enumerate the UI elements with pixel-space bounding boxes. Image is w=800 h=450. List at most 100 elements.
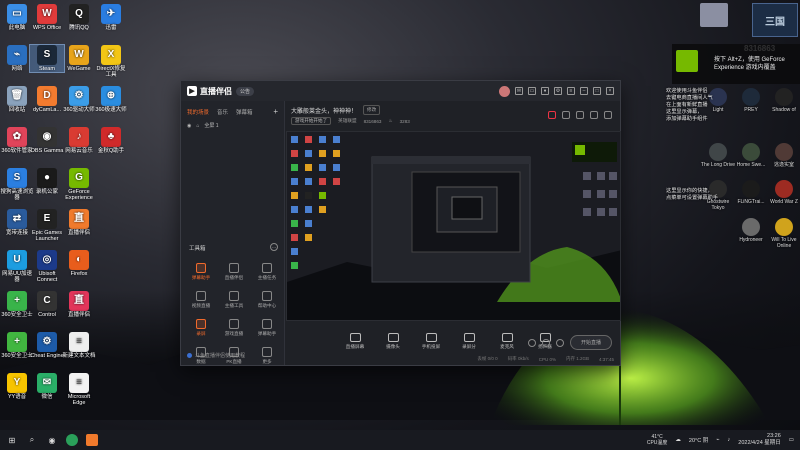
tool-item[interactable]: 更多 [251,347,283,365]
network-icon[interactable]: ⌁ [716,437,719,443]
desktop-icon[interactable]: ✈ 迅雷 [94,4,128,31]
weather-text[interactable]: 20°C 阴 [689,436,708,444]
desktop-icon[interactable]: S Steam [29,43,65,74]
game-shortcut[interactable]: Will To Live Online [766,218,800,249]
stats-icon[interactable] [541,338,550,347]
desktop-icon[interactable]: ⚙ Cheat Engine [30,332,64,359]
desktop-icon[interactable]: 直直播伴侣 [62,291,96,318]
game-shortcut[interactable]: Shadow of [766,88,800,113]
tool-item[interactable]: 帮助中心 [251,291,283,309]
game-shortcut[interactable]: World War Z [766,180,800,205]
source-button[interactable]: 手机投屏 [420,332,442,350]
source-button[interactable]: 录屏分 [458,332,480,350]
desktop-icon[interactable]: 🗑 回收站 [0,86,34,113]
scene-item[interactable]: ◉ ⌂ 全屏 1 [181,118,284,133]
tab-danmu[interactable]: 弹幕箱 [236,108,253,116]
tab-scenes[interactable]: 我的场景 [187,108,209,116]
game-shortcut[interactable]: Home Swe... [733,143,769,168]
desktop-icon[interactable]: W WeGame [62,45,96,72]
desktop-icon[interactable]: C Control [30,291,64,318]
record-icon[interactable] [527,338,536,347]
tool-item[interactable]: 主播工具 [218,291,250,309]
tab-music[interactable]: 音乐 [217,108,228,116]
notification-icon[interactable] [548,111,556,119]
tool-item[interactable]: 视频直播 [185,291,217,309]
desktop-icon[interactable]: ⊕ 360极速大师 [94,86,128,113]
toolbox-more-icon[interactable]: … [270,243,278,251]
desktop-icon[interactable]: ⚙ 360驱动大师 [62,86,96,113]
screen-icon[interactable]: ▭ [528,87,536,95]
settings-icon[interactable]: ⚙ [554,87,562,95]
desktop-icon[interactable]: ♣ 金秋Q助手 [94,127,128,154]
edit-room-button[interactable]: 修改 [363,105,381,115]
announcement-badge[interactable]: 公告 [236,86,255,96]
volume-icon[interactable]: ♪ [728,437,731,443]
desktop-icon[interactable]: ● 录机公家 [30,168,64,195]
bell-icon[interactable] [590,111,598,119]
desktop-icon[interactable]: Y YY语音 [0,373,34,400]
desktop-icon[interactable]: ≡ 新建文本文档 [62,332,96,359]
desktop-icon[interactable]: ▭ 此电脑 [0,4,34,31]
source-button[interactable]: 摄像头 [382,332,404,350]
eye-icon[interactable]: ◉ [187,123,191,129]
desktop-icon[interactable]: G GeForce Experience [62,168,96,202]
desktop-icon[interactable]: DdyCamLa... [30,86,64,113]
tool-item[interactable]: 游戏直播 [218,319,250,337]
tool-item[interactable]: 弹幕助手 [251,319,283,337]
desktop-icon[interactable]: ✿ 360软件管家 [0,127,34,154]
minimize-icon[interactable]: – [580,87,588,95]
menu-icon[interactable]: ≡ [567,87,575,95]
start-live-button[interactable]: 开始直播 [569,335,612,350]
lock-icon[interactable]: ⌂ [196,123,199,129]
desktop-icon[interactable]: W WPS Office [30,4,64,31]
tutorial-link[interactable]: 斗鱼直播伴侣使用教程 [187,352,245,359]
game-shortcut[interactable]: The Long Drive [700,143,736,168]
tool-item[interactable]: 主播任务 [251,263,283,281]
source-button[interactable]: 直播屏幕 [344,332,366,350]
desktop-icon[interactable]: E Epic Games Launcher [30,209,64,243]
game-shortcut[interactable]: FLiNGTrai... [733,180,769,205]
desktop-icon[interactable]: ♪ 网易云音乐 [62,127,96,154]
gift-icon[interactable]: ♦ [541,87,549,95]
tool-item[interactable]: 直播伴侣 [218,263,250,281]
search-icon[interactable]: ⌕ [26,434,38,446]
clock[interactable]: 23:26 2022/4/24 星期日 [738,433,781,447]
lock-open-icon[interactable] [576,111,584,119]
game-shortcut[interactable]: 逃逸实室 [766,143,800,168]
tool-item[interactable]: 录屏 [185,319,217,337]
desktop-icon[interactable]: ⌁ 网络 [0,45,34,72]
source-button[interactable]: 麦克风 [496,332,518,350]
desktop-icon[interactable]: ≡ Microsoft Edge [62,373,96,407]
share-icon[interactable] [604,111,612,119]
stream-preview[interactable] [286,131,621,321]
tool-item[interactable]: 弹幕助手 [185,263,217,281]
game-shortcut[interactable]: PREY [733,88,769,113]
desktop-icon[interactable]: +360安全卫士 [0,332,34,359]
maximize-icon[interactable]: □ [593,87,601,95]
task-view-icon[interactable]: ◉ [46,434,58,446]
message-icon[interactable]: ✉ [515,87,523,95]
desktop-icon[interactable]: ⇄ 宽带连接 [0,209,34,236]
desktop-icon[interactable]: X DirectX修复工具 [94,45,128,79]
desktop-icon[interactable]: S 搜狗高速浏览器 [0,168,34,202]
weather-icon[interactable]: ☁ [675,437,681,443]
desktop-icon[interactable]: +360安全卫士 [0,291,34,318]
desktop-icon[interactable]: Q 腾讯QQ [62,4,96,31]
windows-start-icon[interactable]: ⊞ [6,434,18,446]
desktop-icon[interactable]: ✉ 微信 [30,373,64,400]
room-tag[interactable]: 游戏开始开始了 [291,117,332,125]
close-icon[interactable]: × [606,87,614,95]
desktop-icon[interactable]: 直直播伴侣 [62,209,96,236]
game-shortcut[interactable]: Hydroneer [733,218,769,243]
desktop-icon[interactable]: U 网易UU加速器 [0,250,34,284]
lock-icon[interactable] [562,111,570,119]
add-scene-icon[interactable]: + [273,107,278,116]
user-avatar[interactable] [499,85,510,97]
browser-taskbar-icon[interactable] [66,434,78,446]
notification-center-icon[interactable]: ▭ [789,437,794,443]
settings-icon[interactable] [555,338,564,347]
desktop-icon[interactable]: ◉ OBS Gamma [30,127,64,154]
desktop-icon[interactable]: ◎ Ubisoft Connect [30,250,64,284]
desktop-icon[interactable]: ◐ Firefox [62,250,96,277]
streaming-app-taskbar-icon[interactable] [86,434,98,446]
